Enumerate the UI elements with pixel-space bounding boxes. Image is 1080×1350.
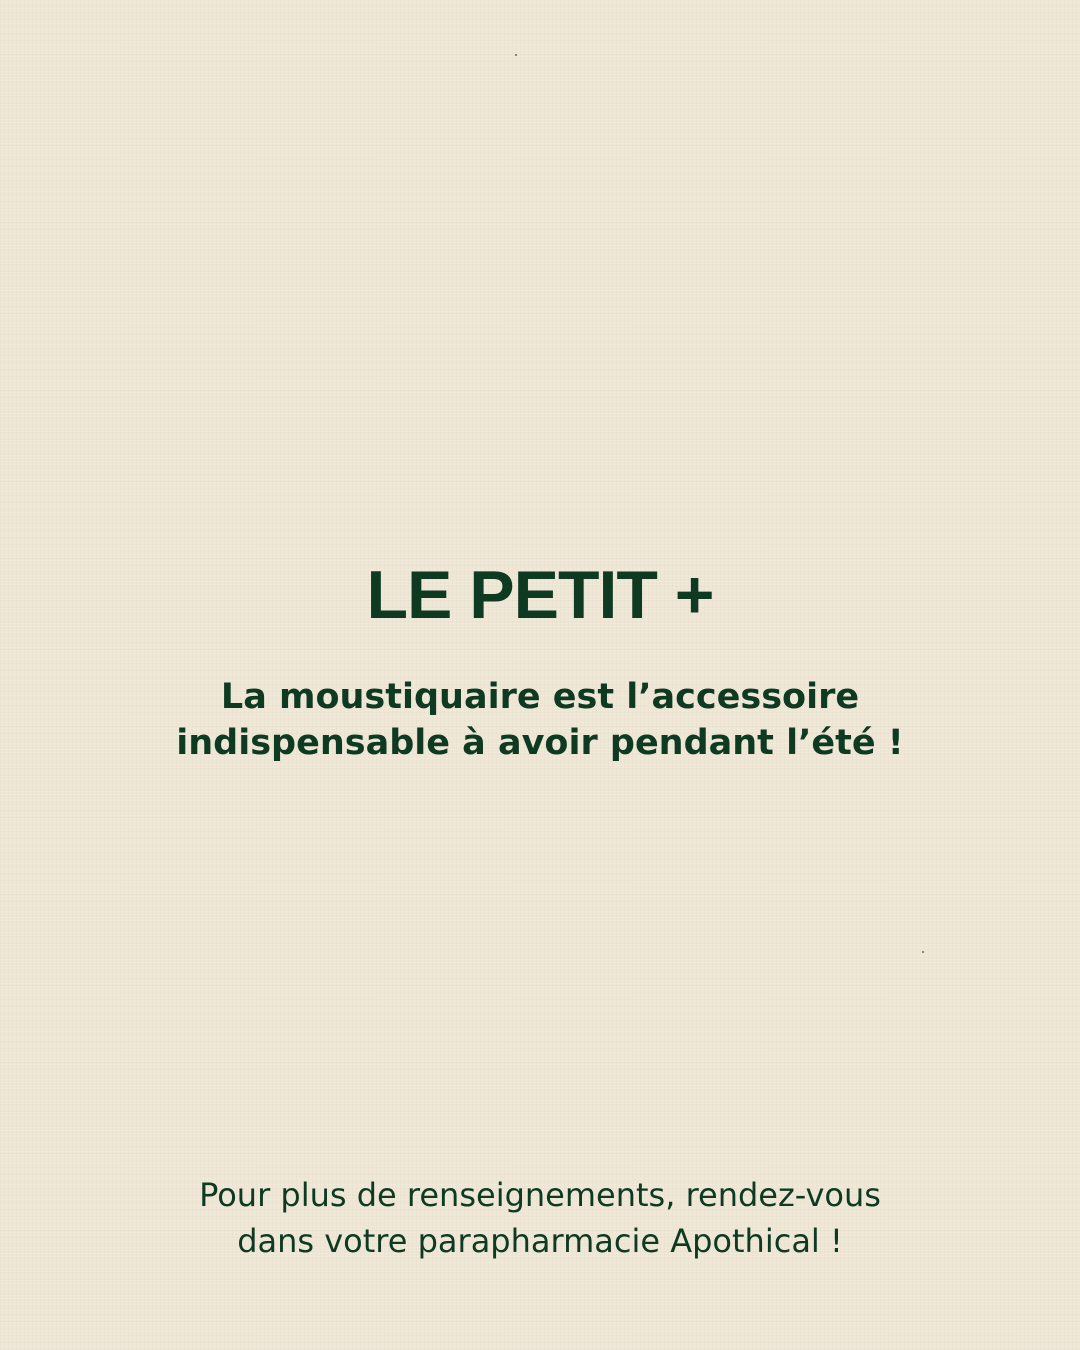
post-canvas: LE PETIT + La moustiquaire est l’accesso… <box>0 0 1080 1350</box>
paper-speck <box>515 54 517 56</box>
footer-note: Pour plus de renseignements, rendez-vous… <box>140 1172 940 1264</box>
footer-note-line: Pour plus de renseignements, rendez-vous <box>199 1176 881 1214</box>
footer-note-line: dans votre parapharmacie Apothical ! <box>237 1222 843 1260</box>
main-message: La moustiquaire est l’accessoire indispe… <box>140 674 940 766</box>
main-message-line: indispensable à avoir pendant l’été ! <box>176 723 904 763</box>
paper-speck <box>922 951 924 953</box>
main-message-line: La moustiquaire est l’accessoire <box>220 677 860 717</box>
page-title: LE PETIT + <box>366 557 714 633</box>
